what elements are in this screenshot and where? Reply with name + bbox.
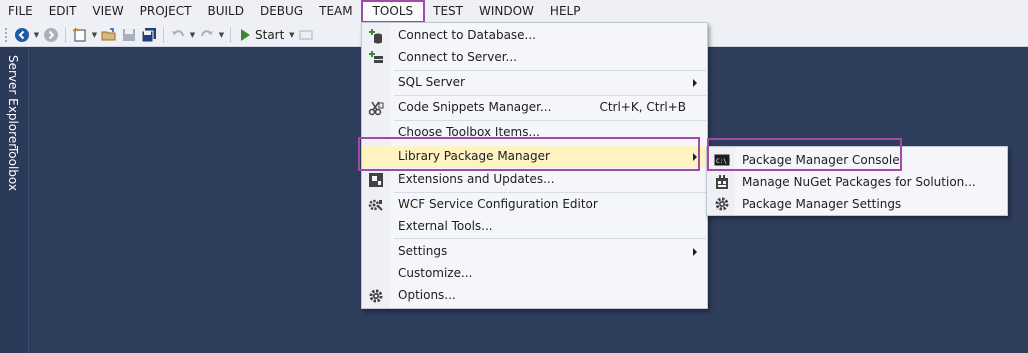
menu-item-label: Extensions and Updates... xyxy=(398,172,555,186)
console-icon: C:\ xyxy=(714,152,730,168)
menu-item-label: Connect to Server... xyxy=(398,50,517,64)
menu-item-label: External Tools... xyxy=(398,219,493,233)
options-gear-icon xyxy=(368,288,384,304)
menu-item-label: Connect to Database... xyxy=(398,28,536,42)
menu-item-settings[interactable]: Settings xyxy=(362,241,707,263)
forward-icon[interactable] xyxy=(42,26,60,44)
back-icon[interactable] xyxy=(13,26,31,44)
wcf-config-icon xyxy=(368,197,384,213)
menu-separator xyxy=(394,120,706,121)
menu-item-package-manager-settings[interactable]: Package Manager Settings xyxy=(707,193,1007,215)
redo-dropdown-icon[interactable]: ▼ xyxy=(217,26,226,44)
menu-edit[interactable]: EDIT xyxy=(41,0,85,23)
redo-icon[interactable] xyxy=(198,26,216,44)
submenu-arrow-icon xyxy=(693,248,697,256)
toolbox-tab[interactable]: Toolbox xyxy=(6,146,20,191)
menu-item-label: Code Snippets Manager... xyxy=(398,100,552,114)
menu-item-sql-server[interactable]: SQL Server xyxy=(362,72,707,94)
side-tool-rail: Server Explorer Toolbox xyxy=(0,48,29,353)
new-project-dropdown-icon[interactable]: ▼ xyxy=(90,26,99,44)
toolbar-separator xyxy=(65,26,66,43)
menu-separator xyxy=(394,192,706,193)
menu-separator xyxy=(394,238,706,239)
menu-item-library-package-manager[interactable]: Library Package Manager xyxy=(362,146,707,168)
menu-item-shortcut: Ctrl+K, Ctrl+B xyxy=(599,100,686,114)
back-dropdown-icon[interactable]: ▼ xyxy=(32,26,41,44)
menu-item-label: Library Package Manager xyxy=(398,149,550,163)
menu-team[interactable]: TEAM xyxy=(311,0,360,23)
settings-gear-icon xyxy=(714,196,730,212)
toolbar-grip[interactable] xyxy=(4,26,8,43)
svg-text:C:\: C:\ xyxy=(716,158,727,165)
library-package-manager-submenu: C:\ Package Manager Console Manage NuGet… xyxy=(706,146,1008,216)
menu-debug[interactable]: DEBUG xyxy=(252,0,311,23)
menu-item-label: WCF Service Configuration Editor xyxy=(398,197,598,211)
add-database-icon xyxy=(368,28,384,44)
submenu-arrow-icon xyxy=(693,153,697,161)
undo-icon[interactable] xyxy=(169,26,187,44)
menu-item-connect-to-server[interactable]: Connect to Server... xyxy=(362,47,707,69)
menu-item-label: Customize... xyxy=(398,266,473,280)
menu-tools[interactable]: TOOLS xyxy=(360,0,426,23)
menu-item-extensions-and-updates[interactable]: Extensions and Updates... xyxy=(362,169,707,191)
menu-item-label: Choose Toolbox Items... xyxy=(398,125,540,139)
add-server-icon xyxy=(368,50,384,66)
menu-window[interactable]: WINDOW xyxy=(471,0,542,23)
start-label: Start xyxy=(255,27,285,42)
toolbar-separator xyxy=(230,26,231,43)
menu-item-label: Package Manager Settings xyxy=(742,197,902,211)
menu-item-manage-nuget-packages[interactable]: Manage NuGet Packages for Solution... xyxy=(707,171,1007,193)
menu-test[interactable]: TEST xyxy=(425,0,471,23)
menu-bar: FILE EDIT VIEW PROJECT BUILD DEBUG TEAM … xyxy=(0,0,1028,23)
extensions-icon xyxy=(368,172,384,188)
open-file-icon[interactable] xyxy=(100,26,118,44)
new-project-icon[interactable] xyxy=(71,26,89,44)
start-dropdown-icon[interactable]: ▼ xyxy=(287,26,296,44)
menu-item-connect-to-database[interactable]: Connect to Database... xyxy=(362,25,707,47)
save-all-icon[interactable] xyxy=(140,26,158,44)
menu-item-options[interactable]: Options... xyxy=(362,285,707,307)
undo-dropdown-icon[interactable]: ▼ xyxy=(188,26,197,44)
menu-item-choose-toolbox-items[interactable]: Choose Toolbox Items... xyxy=(362,122,707,144)
menu-file[interactable]: FILE xyxy=(0,0,41,23)
menu-build[interactable]: BUILD xyxy=(199,0,251,23)
menu-help[interactable]: HELP xyxy=(542,0,589,23)
menu-item-label: Settings xyxy=(398,244,448,258)
menu-separator xyxy=(394,95,706,96)
tools-menu-dropdown: Connect to Database... Connect to Server… xyxy=(361,22,708,309)
menu-item-code-snippets-manager[interactable]: Code Snippets Manager... Ctrl+K, Ctrl+B xyxy=(362,97,707,119)
toolbar-separator xyxy=(163,26,164,43)
code-snippets-icon xyxy=(368,100,384,116)
menu-item-wcf-service-configuration-editor[interactable]: WCF Service Configuration Editor xyxy=(362,194,707,216)
attach-process-icon[interactable] xyxy=(297,26,315,44)
menu-item-label: SQL Server xyxy=(398,75,465,89)
menu-separator xyxy=(394,70,706,71)
nuget-package-icon xyxy=(714,174,730,190)
menu-item-external-tools[interactable]: External Tools... xyxy=(362,216,707,238)
start-debugging-button[interactable]: Start xyxy=(237,26,287,44)
menu-item-package-manager-console[interactable]: C:\ Package Manager Console xyxy=(707,149,1007,171)
menu-item-label: Package Manager Console xyxy=(742,153,900,167)
menu-item-customize[interactable]: Customize... xyxy=(362,263,707,285)
menu-project[interactable]: PROJECT xyxy=(132,0,200,23)
save-icon[interactable] xyxy=(120,26,138,44)
submenu-arrow-icon xyxy=(693,79,697,87)
play-icon xyxy=(241,28,250,41)
menu-item-label: Manage NuGet Packages for Solution... xyxy=(742,175,976,189)
menu-view[interactable]: VIEW xyxy=(84,0,131,23)
menu-item-label: Options... xyxy=(398,288,456,302)
server-explorer-tab[interactable]: Server Explorer xyxy=(6,55,20,148)
